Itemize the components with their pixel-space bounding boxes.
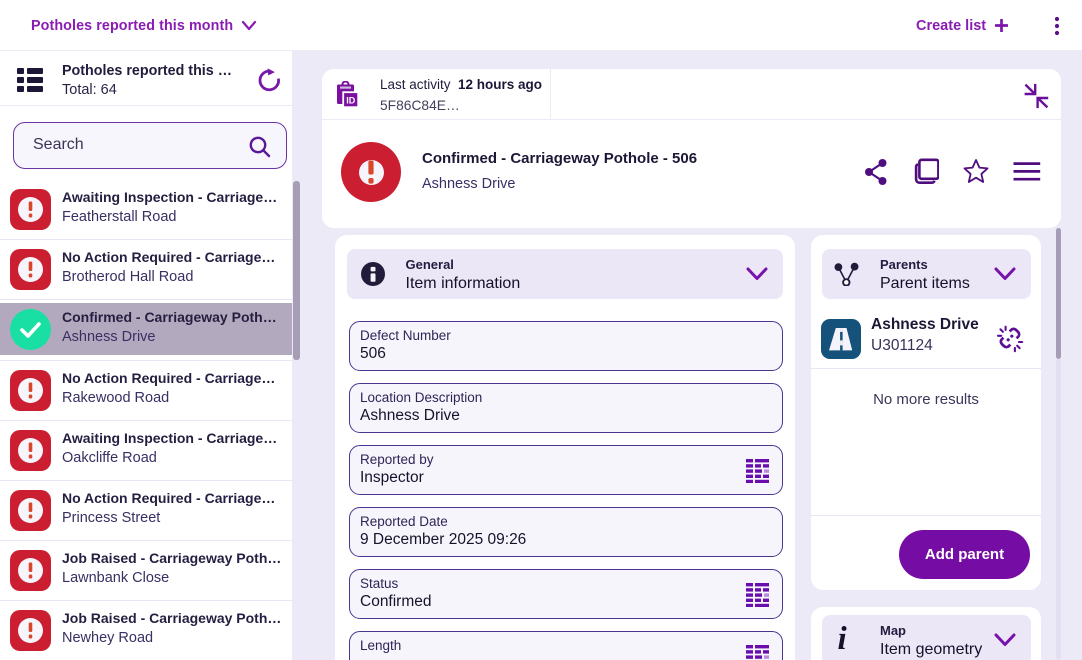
svg-text:ID: ID xyxy=(346,96,356,106)
